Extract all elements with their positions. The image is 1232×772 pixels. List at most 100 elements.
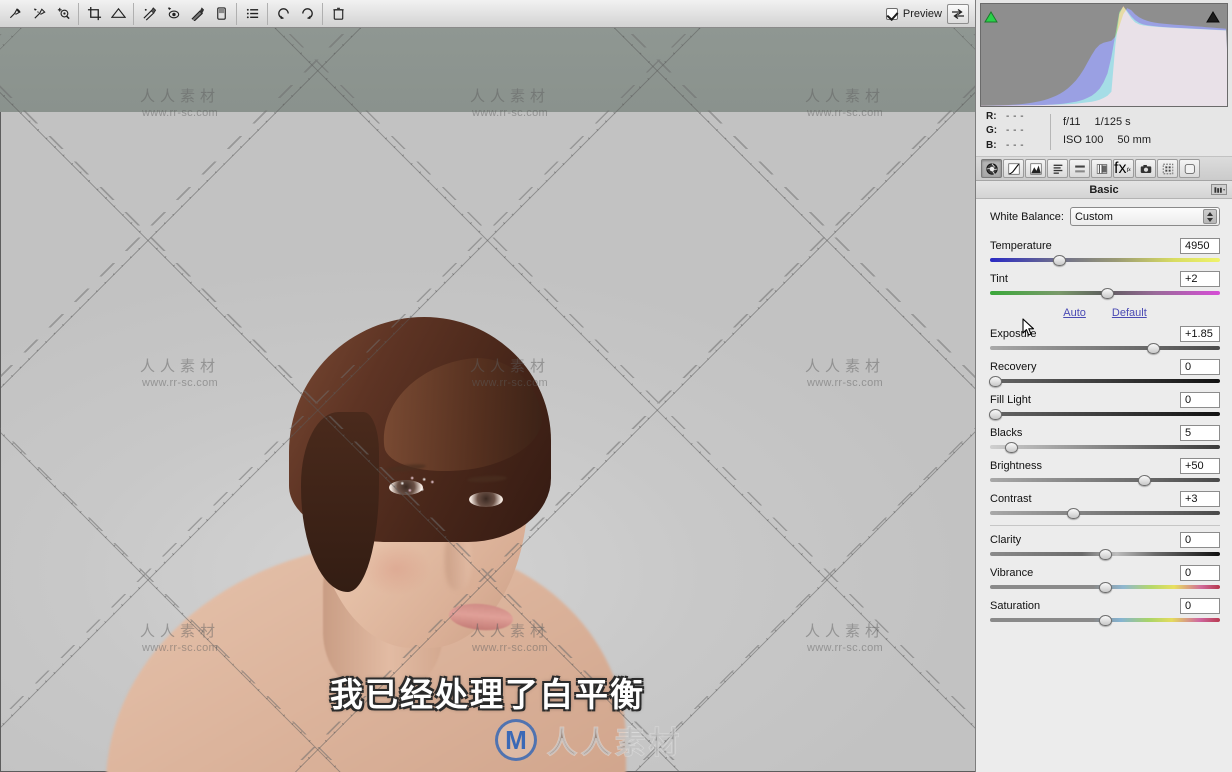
white-balance-tool[interactable]: [28, 3, 50, 25]
slider-exposure-header: Exposure +1.85: [990, 325, 1220, 342]
slider-recovery-value[interactable]: 0: [1180, 358, 1220, 375]
slider-vibrance-handle[interactable]: [1099, 582, 1112, 593]
tab-lens-corrections[interactable]: [1091, 159, 1112, 178]
slider-blacks-handle[interactable]: [1004, 442, 1018, 453]
histogram[interactable]: [980, 3, 1228, 107]
tab-tone-curve[interactable]: [1003, 159, 1024, 178]
slider-tint-header: Tint +2: [990, 270, 1220, 287]
slider-temperature-track[interactable]: [990, 255, 1220, 266]
slider-group-white-balance: Temperature 4950 Tint +2: [990, 237, 1220, 299]
slider-vibrance-header: Vibrance 0: [990, 564, 1220, 581]
rgb-b-value: - - -: [1006, 139, 1025, 151]
white-balance-select[interactable]: Custom: [1069, 207, 1220, 226]
white-balance-value: Custom: [1074, 210, 1113, 223]
exif-focal-length: 50 mm: [1117, 133, 1151, 146]
rotate-right-tool[interactable]: [296, 3, 318, 25]
slider-vibrance-value[interactable]: 0: [1180, 564, 1220, 581]
image-preview-canvas[interactable]: 人人素材 www.rr-sc.com 人人素材 www.rr-sc.com 人人…: [0, 28, 975, 772]
tab-presets[interactable]: [1157, 159, 1178, 178]
slider-vibrance: Vibrance 0: [990, 564, 1220, 593]
slider-recovery-track[interactable]: [988, 376, 1220, 387]
auto-link[interactable]: Auto: [1063, 307, 1086, 319]
slider-clarity-label: Clarity: [990, 533, 1022, 546]
shadow-clipping-warning[interactable]: [984, 7, 1002, 23]
slider-blacks-value[interactable]: 5: [1180, 424, 1220, 441]
slider-temperature-label: Temperature: [990, 239, 1052, 252]
color-sampler-tool[interactable]: [52, 3, 74, 25]
slider-vibrance-track[interactable]: [990, 582, 1220, 593]
toolbar-group-delete: [322, 2, 353, 25]
rotate-left-tool[interactable]: [272, 3, 294, 25]
highlight-clipping-warning[interactable]: [1206, 7, 1224, 23]
slider-saturation-label: Saturation: [990, 599, 1041, 612]
zoom-tool[interactable]: [4, 3, 26, 25]
histogram-plot: [981, 6, 1227, 106]
slider-temperature-value[interactable]: 4950: [1180, 237, 1220, 254]
graduated-filter-tool[interactable]: [210, 3, 232, 25]
slider-recovery-rail: [990, 379, 1220, 383]
slider-tint-handle[interactable]: [1101, 288, 1115, 299]
presets-menu-tool[interactable]: [241, 3, 263, 25]
slider-contrast-value[interactable]: +3: [1180, 490, 1220, 507]
slider-clarity-handle[interactable]: [1099, 549, 1112, 560]
slider-recovery-handle[interactable]: [988, 376, 1002, 387]
slider-exposure-label: Exposure: [990, 327, 1037, 340]
slider-brightness-value[interactable]: +50: [1180, 457, 1220, 474]
slider-saturation-header: Saturation 0: [990, 597, 1220, 614]
red-eye-removal-tool[interactable]: [162, 3, 184, 25]
slider-saturation-track[interactable]: [990, 615, 1220, 626]
tab-split-toning[interactable]: [1069, 159, 1090, 178]
slider-saturation-handle[interactable]: [1099, 615, 1112, 626]
fullscreen-toggle[interactable]: [947, 3, 969, 24]
white-balance-row: White Balance: Custom: [990, 207, 1220, 226]
slider-contrast-handle[interactable]: [1066, 508, 1080, 519]
slider-temperature-handle[interactable]: [1053, 255, 1066, 266]
panel-divider: [990, 525, 1220, 526]
preview-checkbox[interactable]: [885, 7, 898, 20]
slider-exposure-track[interactable]: [990, 343, 1220, 354]
slider-brightness-header: Brightness +50: [990, 457, 1220, 474]
tab-effects[interactable]: fx fx: [1113, 159, 1134, 178]
slider-contrast: Contrast +3: [990, 490, 1220, 519]
crop-tool[interactable]: [83, 3, 105, 25]
slider-fill-light-rail: [990, 412, 1220, 416]
portrait-subject: [1, 112, 975, 772]
slider-clarity-track[interactable]: [990, 549, 1220, 560]
slider-recovery-header: Recovery 0: [990, 358, 1220, 375]
slider-contrast-track[interactable]: [990, 508, 1220, 519]
tab-camera-calibration[interactable]: [1135, 159, 1156, 178]
basic-panel-body: White Balance: Custom Temperature 4950 Tin…: [976, 199, 1232, 772]
rgb-values: R: - - - G: - - - B: - - -: [986, 110, 1048, 154]
slider-exposure-handle[interactable]: [1147, 343, 1161, 354]
panel-menu-icon[interactable]: [1211, 184, 1227, 195]
slider-blacks-label: Blacks: [990, 426, 1023, 439]
slider-fill-light-handle[interactable]: [988, 409, 1002, 420]
slider-saturation-value[interactable]: 0: [1180, 597, 1220, 614]
slider-clarity-value[interactable]: 0: [1180, 531, 1220, 548]
delete-tool[interactable]: [327, 3, 349, 25]
slider-exposure-value[interactable]: +1.85: [1180, 325, 1220, 342]
slider-vibrance-label: Vibrance: [990, 566, 1034, 579]
straighten-tool[interactable]: [107, 3, 129, 25]
slider-exposure-rail: [990, 346, 1220, 350]
slider-fill-light-track[interactable]: [988, 409, 1220, 420]
svg-text:fx: fx: [1127, 167, 1132, 172]
slider-brightness-track[interactable]: [990, 475, 1220, 486]
tab-snapshots[interactable]: [1179, 159, 1200, 178]
slider-tint-value[interactable]: +2: [1180, 270, 1220, 287]
tab-basic[interactable]: [981, 159, 1002, 178]
spot-removal-tool[interactable]: [138, 3, 160, 25]
slider-tint-track[interactable]: [990, 288, 1220, 299]
tab-hsl-grayscale[interactable]: [1047, 159, 1068, 178]
panel-tab-bar: fx fx: [976, 157, 1232, 181]
slider-brightness-label: Brightness: [990, 459, 1042, 472]
slider-fill-light-value[interactable]: 0: [1180, 391, 1220, 408]
slider-recovery: Recovery 0: [988, 358, 1220, 387]
toolbar-group-retouch: [133, 2, 236, 25]
adjustment-brush-tool[interactable]: [186, 3, 208, 25]
slider-blacks-track[interactable]: [990, 442, 1220, 453]
tab-detail[interactable]: [1025, 159, 1046, 178]
slider-fill-light-header: Fill Light 0: [990, 391, 1220, 408]
slider-brightness-handle[interactable]: [1138, 475, 1152, 486]
default-link[interactable]: Default: [1112, 307, 1147, 319]
